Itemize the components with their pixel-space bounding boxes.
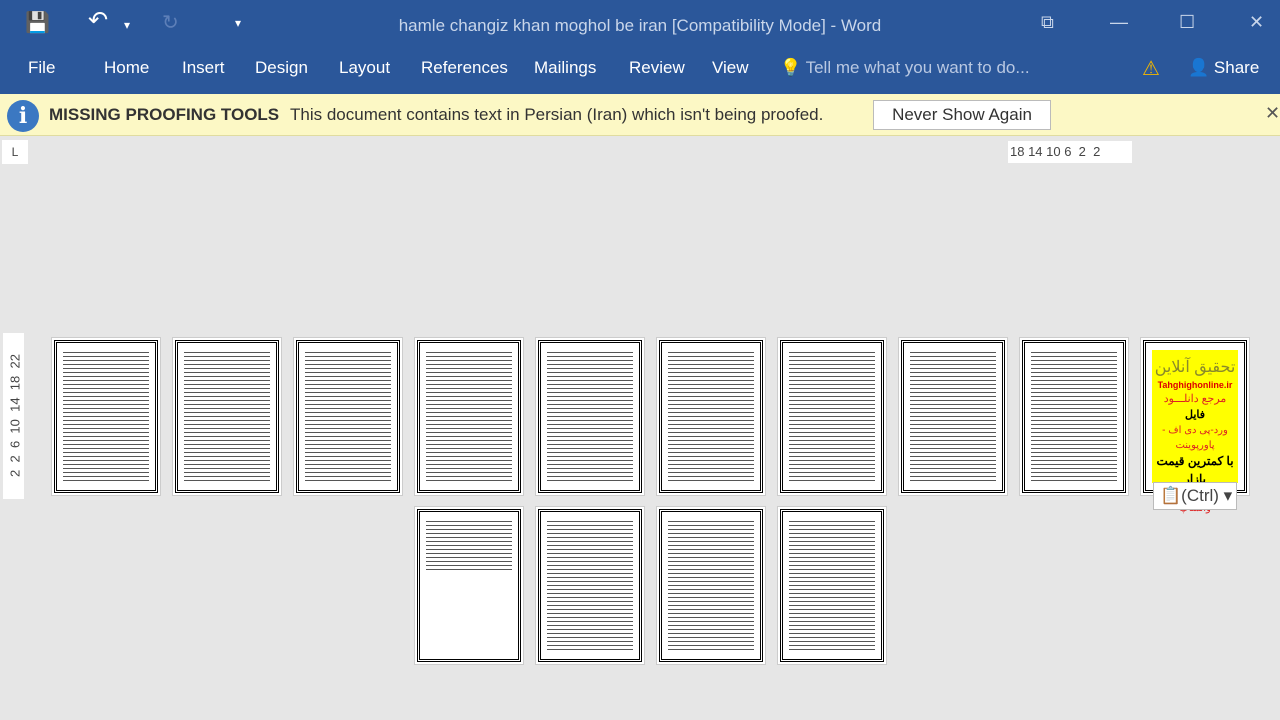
vertical-ruler[interactable]: 2 2 6 10 14 18 22 [3, 333, 24, 499]
tab-design[interactable]: Design [255, 58, 308, 78]
message-bar: i MISSING PROOFING TOOLS This document c… [0, 94, 1280, 136]
tab-layout[interactable]: Layout [339, 58, 390, 78]
page-border [417, 340, 521, 493]
title-bar: 💾 ↶ ▾ ↻ ▾ hamle changiz khan moghol be i… [0, 0, 1280, 50]
window-title: hamle changiz khan moghol be iran [Compa… [398, 16, 882, 35]
page-text [910, 350, 996, 483]
ruler-ticks: 2 2 6 10 14 18 22 [7, 354, 23, 477]
page-thumbnail[interactable] [777, 337, 887, 496]
share-button[interactable]: 👤 Share [1188, 58, 1259, 78]
page-thumbnail[interactable] [172, 337, 282, 496]
user-icon: 👤 [1188, 58, 1210, 77]
page-border [417, 509, 521, 662]
page-thumbnail[interactable] [535, 506, 645, 665]
page-border [175, 340, 279, 493]
message-title: MISSING PROOFING TOOLS [49, 105, 280, 124]
page-border [780, 340, 884, 493]
page-border [659, 509, 763, 662]
page-border [538, 509, 642, 662]
tab-selector[interactable]: L [2, 140, 28, 164]
tab-mailings[interactable]: Mailings [534, 58, 596, 78]
clipboard-icon: 📋 [1160, 486, 1182, 505]
close-message-icon[interactable]: ✕ [1265, 103, 1280, 124]
ribbon-tabs: File Home Insert Design Layout Reference… [0, 50, 1280, 94]
tell-me-placeholder: Tell me what you want to do... [805, 58, 1030, 77]
tab-view[interactable]: View [712, 58, 749, 78]
page-thumbnail[interactable] [656, 506, 766, 665]
page-thumbnail[interactable] [656, 337, 766, 496]
paste-options-button[interactable]: 📋(Ctrl) ▾ [1153, 482, 1237, 510]
page-thumbnail[interactable] [51, 337, 161, 496]
tab-file[interactable]: File [28, 58, 55, 78]
page-text [547, 350, 633, 483]
warning-icon[interactable]: ⚠ [1142, 56, 1160, 81]
page-thumbnail[interactable] [414, 337, 524, 496]
page-thumbnail[interactable] [898, 337, 1008, 496]
page-text [184, 350, 270, 483]
page-border [538, 340, 642, 493]
tell-me-input[interactable]: 💡 Tell me what you want to do... [780, 58, 1030, 78]
tab-references[interactable]: References [421, 58, 508, 78]
ruler-ticks: 18 14 10 6 2 2 [1010, 144, 1101, 159]
page-text [305, 350, 391, 483]
page-border [1022, 340, 1126, 493]
tab-review[interactable]: Review [629, 58, 685, 78]
tab-insert[interactable]: Insert [182, 58, 225, 78]
page-border [54, 340, 158, 493]
paste-options-label: (Ctrl) [1181, 486, 1219, 505]
page-text [426, 519, 512, 570]
message-text: This document contains text in Persian (… [290, 105, 824, 124]
page-thumbnail[interactable] [293, 337, 403, 496]
never-show-again-button[interactable]: Never Show Again [873, 100, 1051, 130]
tab-home[interactable]: Home [104, 58, 149, 78]
page-border [780, 509, 884, 662]
ribbon-display-icon[interactable]: ⧉ [1041, 12, 1054, 33]
page-thumbnail[interactable] [535, 337, 645, 496]
horizontal-ruler[interactable]: 18 14 10 6 2 2 [1008, 141, 1132, 163]
page-text [789, 350, 875, 483]
page-text [668, 350, 754, 483]
page-text [668, 519, 754, 652]
page-border [659, 340, 763, 493]
page-text [1031, 350, 1117, 483]
share-label: Share [1213, 58, 1260, 77]
minimize-button[interactable]: — [1110, 12, 1128, 33]
close-button[interactable]: ✕ [1249, 12, 1264, 33]
page-thumbnail[interactable]: تحقیق آنلاین Tahghighonline.ir مرجع دانلــ… [1140, 337, 1250, 514]
page-thumbnail[interactable] [1019, 337, 1129, 496]
page-text [63, 350, 149, 483]
page-thumbnail[interactable] [414, 506, 524, 665]
advertisement: تحقیق آنلاین Tahghighonline.ir مرجع دانلــ… [1152, 350, 1238, 514]
page-text [547, 519, 633, 652]
page-text [426, 350, 512, 483]
info-icon: i [7, 100, 39, 132]
page-border [296, 340, 400, 493]
page-border [901, 340, 1005, 493]
page-thumbnail[interactable] [777, 506, 887, 665]
page-text [789, 519, 875, 652]
maximize-button[interactable]: ☐ [1179, 12, 1195, 33]
lightbulb-icon: 💡 [780, 58, 802, 77]
page-border: تحقیق آنلاین Tahghighonline.ir مرجع دانلــ… [1143, 340, 1247, 514]
